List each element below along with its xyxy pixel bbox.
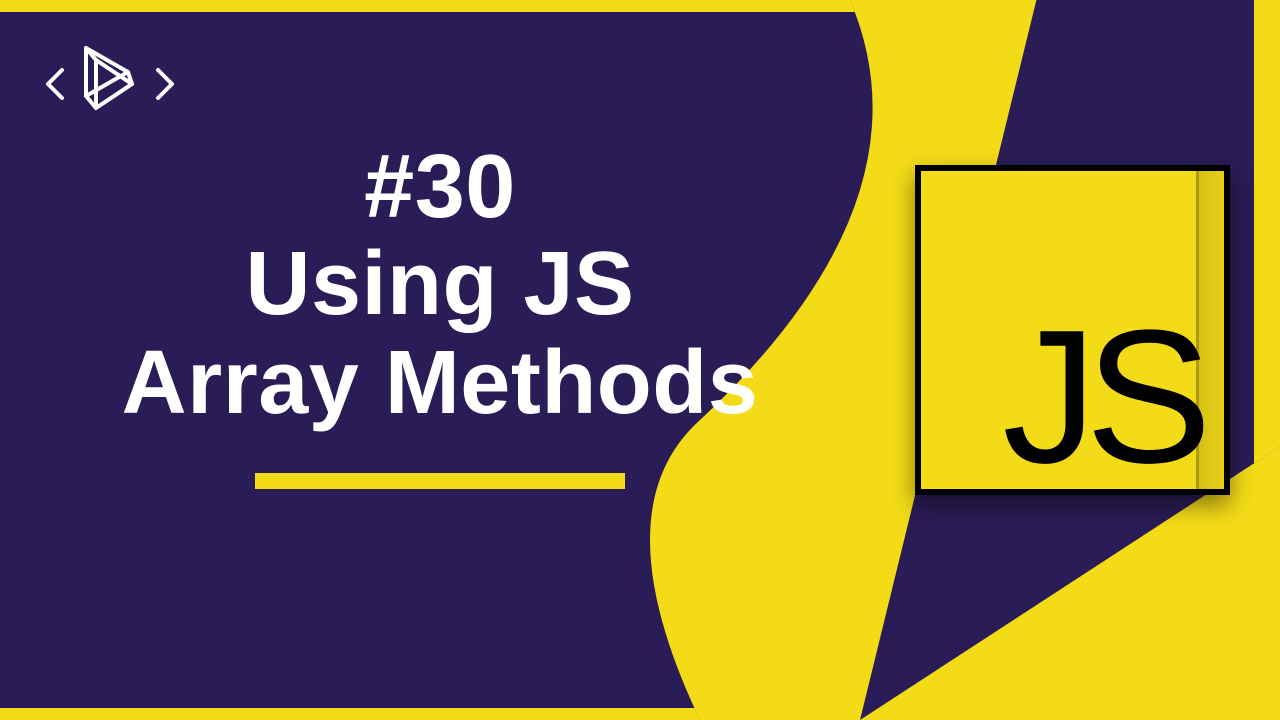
title-underline — [255, 473, 625, 489]
title-block: #30 Using JS Array Methods — [80, 140, 800, 489]
js-logo-letters: JS — [1002, 312, 1200, 483]
title-number: #30 — [80, 140, 800, 235]
brand-logo-icon — [40, 28, 180, 128]
js-logo-edge — [1196, 171, 1224, 489]
title-line-2: Array Methods — [80, 334, 800, 433]
title-line-1: Using JS — [80, 235, 800, 334]
thumbnail-stage: #30 Using JS Array Methods JS — [0, 0, 1280, 720]
js-logo-badge: JS — [915, 165, 1230, 495]
